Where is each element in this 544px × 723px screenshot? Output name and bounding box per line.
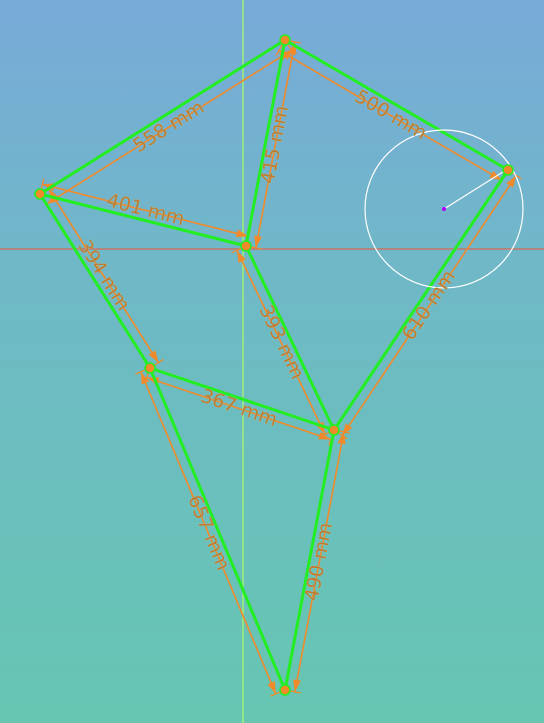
node-mid-right-marker bbox=[328, 424, 340, 436]
node-left-marker bbox=[34, 188, 46, 200]
node-mid-left-marker bbox=[144, 362, 156, 374]
label-layer: 558 mm 500 mm 415 mm 401 mm 394 mm 393 mm 610 … bbox=[73, 85, 460, 603]
edge-center-midright-dimension-label[interactable]: 393 mm bbox=[254, 301, 309, 383]
sketch-canvas[interactable]: 558 mm 500 mm 415 mm 401 mm 394 mm 393 mm 610 … bbox=[0, 0, 544, 723]
edge-left-midleft-arrowhead bbox=[148, 350, 159, 363]
edge-top-right-dimension-label[interactable]: 500 mm bbox=[351, 85, 431, 145]
node-top[interactable] bbox=[279, 34, 291, 46]
edge-center-midright-arrowhead bbox=[236, 250, 246, 263]
circle-center-point[interactable] bbox=[442, 207, 446, 211]
edge-right-midright-dimension-label[interactable]: 610 mm bbox=[397, 266, 460, 345]
edge-midleft-bottom-arrowhead bbox=[267, 681, 276, 694]
node-right-marker bbox=[502, 164, 514, 176]
edge-midleft-bottom-dimension-label[interactable]: 657 mm bbox=[183, 492, 235, 574]
edge-right-midright-arrowhead bbox=[506, 175, 517, 188]
edge-midright-bottom-arrowhead bbox=[293, 679, 301, 692]
node-top-marker bbox=[279, 34, 291, 46]
edge-left-center-dimension-label[interactable]: 401 mm bbox=[104, 189, 187, 230]
edge-midright-bottom-dimension-label[interactable]: 490 mm bbox=[300, 520, 337, 603]
edge-midleft-midright-dimension-label[interactable]: 367 mm bbox=[198, 385, 281, 432]
node-left[interactable] bbox=[34, 188, 46, 200]
edge-top-center-arrowhead bbox=[254, 235, 262, 248]
node-mid-right[interactable] bbox=[328, 424, 340, 436]
node-bottom-marker bbox=[279, 684, 291, 696]
node-bottom[interactable] bbox=[279, 684, 291, 696]
node-center-marker bbox=[240, 240, 252, 252]
node-right[interactable] bbox=[502, 164, 514, 176]
edge-top-center-dimension-label[interactable]: 415 mm bbox=[256, 103, 293, 186]
edge-left-top-dimension-label[interactable]: 558 mm bbox=[129, 96, 208, 157]
node-center[interactable] bbox=[240, 240, 252, 252]
edge-left-midleft-dimension-label[interactable]: 394 mm bbox=[73, 236, 135, 315]
edge-left-midleft-extension-line bbox=[153, 358, 164, 367]
node-mid-left[interactable] bbox=[144, 362, 156, 374]
